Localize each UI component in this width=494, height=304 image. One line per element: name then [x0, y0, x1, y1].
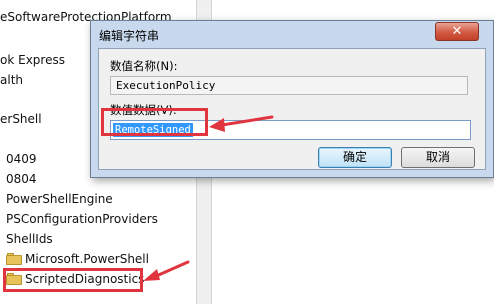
- tree-item[interactable]: Microsoft.PowerShell: [25, 252, 149, 266]
- dialog-titlebar[interactable]: 编辑字符串 ✕: [91, 21, 493, 47]
- close-button[interactable]: ✕: [435, 22, 479, 41]
- annotation-box-tree-item: [3, 268, 143, 292]
- annotation-arrow-icon: [209, 115, 274, 132]
- tree-item[interactable]: erShell: [0, 112, 42, 126]
- tree-item[interactable]: alth: [0, 73, 23, 87]
- folder-icon: [6, 253, 22, 265]
- value-name-label: 数值名称(N):: [110, 59, 178, 73]
- tree-item[interactable]: 0804: [6, 172, 37, 186]
- tree-item[interactable]: PSConfigurationProviders: [6, 212, 158, 226]
- annotation-arrow-icon: [143, 260, 190, 281]
- dialog-title: 编辑字符串: [99, 29, 160, 43]
- edit-string-dialog: 编辑字符串 ✕ 数值名称(N): ExecutionPolicy 数值数据(V)…: [90, 20, 494, 178]
- tree-item[interactable]: ok Express: [0, 53, 65, 67]
- ok-button[interactable]: 确定: [318, 147, 392, 168]
- tree-item[interactable]: 0409: [6, 152, 37, 166]
- tree-item[interactable]: PowerShellEngine: [6, 192, 113, 206]
- annotation-box-value-data: [101, 108, 208, 136]
- close-icon: ✕: [451, 24, 463, 39]
- cancel-button[interactable]: 取消: [401, 147, 475, 168]
- tree-item[interactable]: ShellIds: [6, 232, 53, 246]
- value-name-field: ExecutionPolicy: [110, 76, 468, 95]
